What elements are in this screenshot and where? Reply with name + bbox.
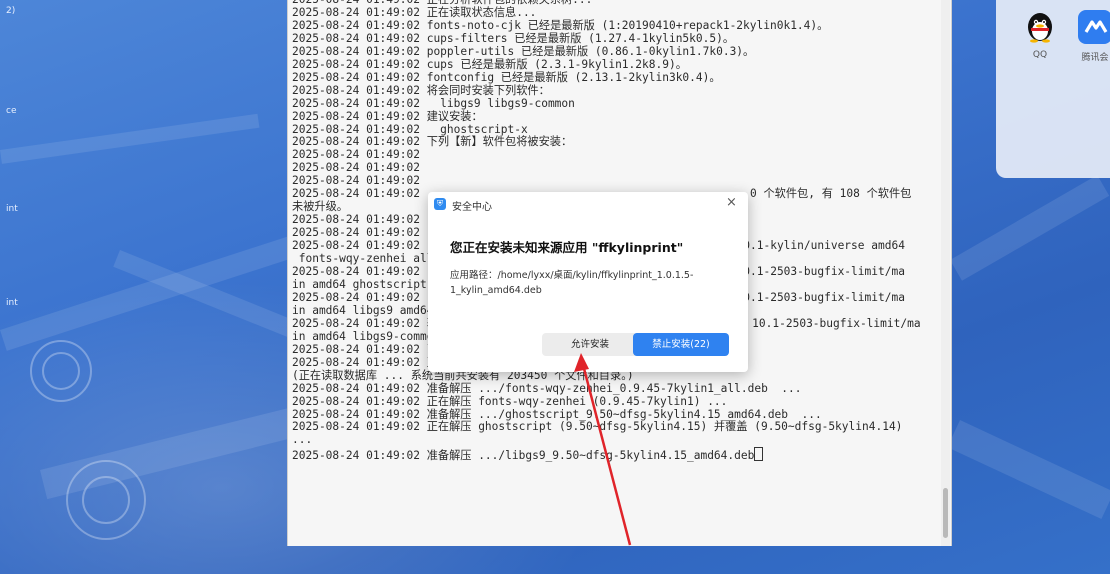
red-annotation-arrow [574,353,632,546]
